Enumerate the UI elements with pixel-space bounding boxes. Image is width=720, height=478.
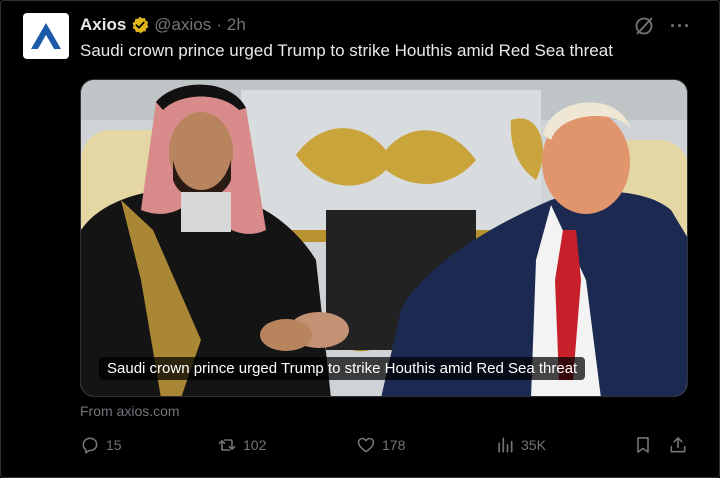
post-actions: 15 102 178 35K: [80, 435, 690, 459]
post-card: Axios @axios · 2h ··· Saudi crown prince…: [0, 0, 720, 478]
share-button[interactable]: [668, 435, 688, 455]
reply-count: 15: [106, 437, 122, 453]
heart-icon: [357, 437, 375, 453]
post-header: Axios @axios · 2h: [80, 14, 246, 36]
media-caption: Saudi crown prince urged Trump to strike…: [99, 357, 586, 380]
more-options-icon[interactable]: ···: [670, 17, 691, 35]
reply-button[interactable]: 15: [80, 435, 122, 455]
post-media-image[interactable]: Saudi crown prince urged Trump to strike…: [80, 79, 688, 397]
verified-badge-icon[interactable]: [131, 16, 149, 34]
bookmark-button[interactable]: [633, 435, 653, 455]
analytics-icon: [498, 437, 513, 453]
bookmark-icon: [637, 437, 649, 453]
like-button[interactable]: 178: [356, 435, 405, 455]
post-top-actions: ···: [634, 16, 691, 36]
views-button[interactable]: 35K: [495, 435, 546, 455]
author-name[interactable]: Axios: [80, 15, 126, 35]
repost-button[interactable]: 102: [217, 435, 266, 455]
share-icon: [670, 437, 686, 453]
post-time[interactable]: 2h: [227, 15, 246, 35]
link-source[interactable]: From axios.com: [80, 403, 180, 419]
reply-icon: [82, 437, 98, 454]
author-handle[interactable]: @axios: [154, 15, 211, 35]
photo-illustration: [81, 80, 687, 396]
post-text: Saudi crown prince urged Trump to strike…: [80, 41, 613, 60]
repost-count: 102: [243, 437, 267, 453]
views-count: 35K: [521, 437, 546, 453]
separator-dot: ·: [216, 15, 222, 34]
grok-icon[interactable]: [634, 16, 654, 36]
repost-icon: [218, 439, 236, 451]
axios-logo-icon: [31, 23, 61, 49]
avatar[interactable]: [23, 13, 69, 59]
like-count: 178: [382, 437, 406, 453]
